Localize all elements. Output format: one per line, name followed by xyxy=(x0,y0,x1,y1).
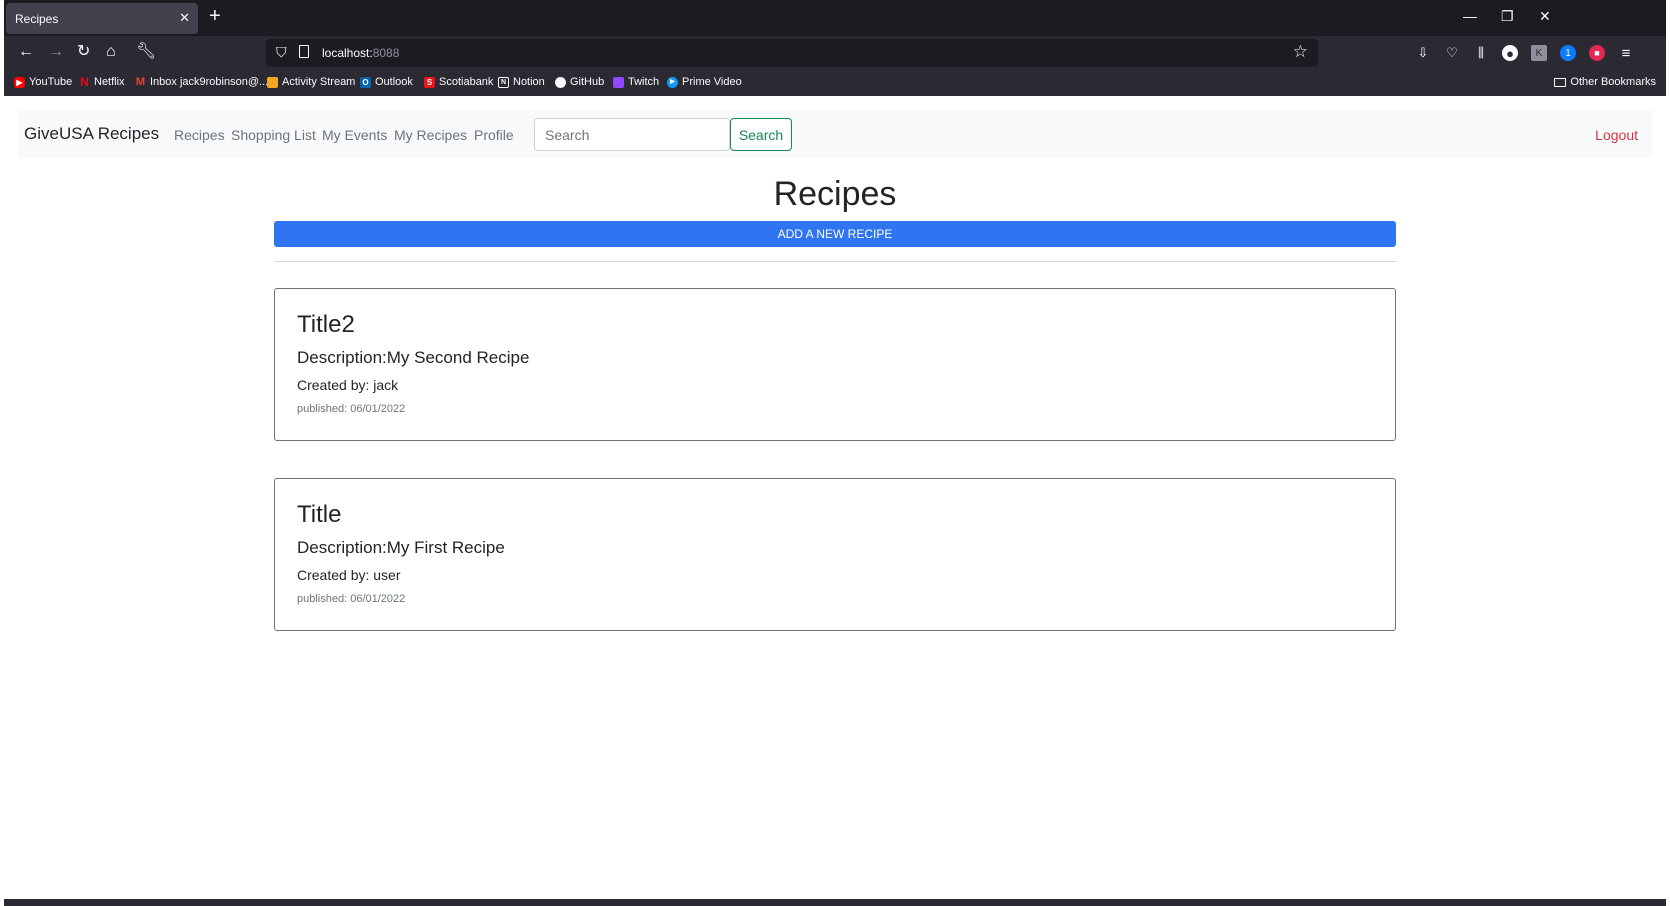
browser-chrome: Recipes ✕ + — ❐ ✕ ← → ↻ ⌂ 🔧︎ ⛉ localhost… xyxy=(4,0,1666,96)
url-text[interactable]: localhost:8088 xyxy=(322,46,399,60)
privacy-extension-icon[interactable]: ■ xyxy=(1589,45,1605,61)
pocket-icon[interactable]: ♡ xyxy=(1444,45,1460,61)
recipe-published-date: published: 06/01/2022 xyxy=(297,403,406,415)
nav-profile[interactable]: Profile xyxy=(474,127,514,143)
scotiabank-icon: S xyxy=(424,76,435,88)
restore-icon[interactable]: ❐ xyxy=(1501,8,1514,25)
nav-recipes[interactable]: Recipes xyxy=(174,127,225,143)
nav-my-events[interactable]: My Events xyxy=(322,127,387,143)
bookmark-label: YouTube xyxy=(29,76,73,88)
gmail-icon: M xyxy=(135,75,146,88)
new-tab-button[interactable]: + xyxy=(209,6,221,26)
extension-icon[interactable]: K xyxy=(1531,45,1547,61)
github-icon xyxy=(555,76,566,88)
page-icon xyxy=(299,45,309,58)
bookmark-prime-video[interactable]: ▶ Prime Video xyxy=(667,76,742,88)
add-recipe-button[interactable]: ADD A NEW RECIPE xyxy=(274,221,1396,247)
bookmark-label: Activity Stream xyxy=(282,76,356,88)
url-port: 8088 xyxy=(372,46,400,60)
bookmark-label: Twitch xyxy=(628,76,660,88)
bookmark-label: Notion xyxy=(513,76,545,88)
recipe-card[interactable]: Title2 Description:My Second Recipe Crea… xyxy=(274,288,1396,441)
recipe-title: Title xyxy=(297,501,342,528)
youtube-icon: ▶ xyxy=(14,76,25,88)
bookmark-label: GitHub xyxy=(570,76,605,88)
search-button[interactable]: Search xyxy=(730,118,792,151)
bookmark-notion[interactable]: N Notion xyxy=(498,76,545,88)
app-navbar: GiveUSA Recipes Recipes Shopping List My… xyxy=(18,110,1652,158)
window-close-icon[interactable]: ✕ xyxy=(1539,8,1551,25)
notion-icon: N xyxy=(498,76,509,88)
other-bookmarks-label: Other Bookmarks xyxy=(1570,76,1656,88)
bookmark-gmail[interactable]: M Inbox jack9robinson@... xyxy=(135,76,268,88)
divider xyxy=(274,261,1396,262)
twitch-icon xyxy=(613,76,624,88)
tab-bar: Recipes ✕ + — ❐ ✕ xyxy=(4,0,1666,36)
nav-shopping-list[interactable]: Shopping List xyxy=(231,127,316,143)
library-icon[interactable]: ⫼ xyxy=(1473,45,1489,61)
reload-icon[interactable]: ↻ xyxy=(77,44,90,60)
bookmark-activity-stream[interactable]: Activity Stream xyxy=(267,76,355,88)
tab-close-icon[interactable]: ✕ xyxy=(179,10,190,26)
bookmark-label: Prime Video xyxy=(682,76,742,88)
recipe-author: Created by: user xyxy=(297,567,401,583)
bookmark-star-icon[interactable]: ☆ xyxy=(1293,42,1308,62)
bookmark-label: Scotiabank xyxy=(439,76,494,88)
password-manager-icon[interactable]: 1 xyxy=(1560,45,1576,61)
url-host: localhost: xyxy=(322,46,373,60)
back-icon[interactable]: ← xyxy=(18,44,34,60)
bookmark-label: Netflix xyxy=(94,76,125,88)
bookmark-label: Inbox jack9robinson@... xyxy=(150,76,269,88)
taskbar-edge xyxy=(4,899,1666,906)
bookmark-label: Outlook xyxy=(375,76,413,88)
bookmark-outlook[interactable]: O Outlook xyxy=(360,76,413,88)
recipe-description: Description:My First Recipe xyxy=(297,538,505,557)
activity-stream-icon xyxy=(267,76,278,88)
netflix-icon: N xyxy=(80,74,89,89)
bookmark-twitch[interactable]: Twitch xyxy=(613,76,659,88)
outlook-icon: O xyxy=(360,76,371,88)
account-icon[interactable]: ● xyxy=(1502,45,1518,61)
home-icon[interactable]: ⌂ xyxy=(106,44,116,60)
search-input[interactable] xyxy=(534,118,730,151)
downloads-icon[interactable]: ⇩ xyxy=(1415,45,1431,61)
tab-title: Recipes xyxy=(15,12,59,26)
forward-icon[interactable]: → xyxy=(48,44,64,60)
recipe-published-date: published: 06/01/2022 xyxy=(297,593,406,605)
other-bookmarks[interactable]: Other Bookmarks xyxy=(1554,76,1656,88)
shield-icon[interactable]: ⛉ xyxy=(276,44,287,61)
brand-link[interactable]: GiveUSA Recipes xyxy=(24,124,159,144)
recipe-author: Created by: jack xyxy=(297,377,399,393)
browser-toolbar: ← → ↻ ⌂ 🔧︎ ⛉ localhost:8088 ☆ ⇩ ♡ ⫼ ● K … xyxy=(4,36,1666,70)
prime-video-icon: ▶ xyxy=(667,76,678,88)
logout-link[interactable]: Logout xyxy=(1595,127,1638,143)
toolbar-icons: ⇩ ♡ ⫼ ● K 1 ■ ≡ xyxy=(1415,43,1634,63)
bookmark-netflix[interactable]: N Netflix xyxy=(79,74,125,89)
recipe-title: Title2 xyxy=(297,311,355,338)
nav-my-recipes[interactable]: My Recipes xyxy=(394,127,467,143)
recipe-description: Description:My Second Recipe xyxy=(297,348,530,367)
bookmark-youtube[interactable]: ▶ YouTube xyxy=(14,76,72,88)
browser-tab[interactable]: Recipes ✕ xyxy=(6,3,198,34)
bookmark-github[interactable]: GitHub xyxy=(555,76,604,88)
wrench-icon[interactable]: 🔧︎ xyxy=(136,44,156,60)
page-title: Recipes xyxy=(773,175,897,213)
folder-icon xyxy=(1554,77,1567,87)
bookmarks-bar: ▶ YouTube N Netflix M Inbox jack9robinson@.… xyxy=(4,70,1666,96)
bookmark-scotiabank[interactable]: S Scotiabank xyxy=(424,76,493,88)
recipe-card[interactable]: Title Description:My First Recipe Create… xyxy=(274,478,1396,631)
address-bar[interactable]: ⛉ localhost:8088 ☆ xyxy=(266,39,1318,67)
minimize-icon[interactable]: — xyxy=(1463,8,1477,24)
menu-icon[interactable]: ≡ xyxy=(1618,45,1634,62)
